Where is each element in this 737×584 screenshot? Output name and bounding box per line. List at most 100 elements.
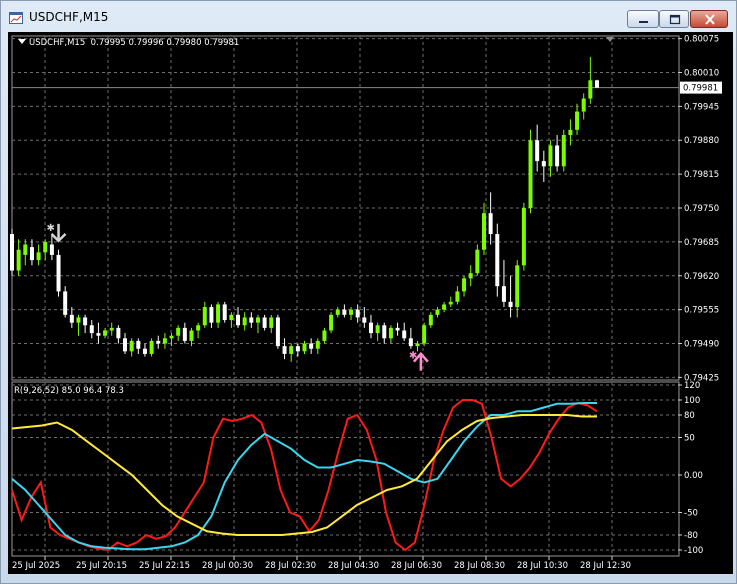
candle-body <box>156 340 161 344</box>
time-axis-label: 28 Jul 06:30 <box>391 561 442 571</box>
symbol-info-label: USDCHF,M15 0.79995 0.79996 0.79980 0.799… <box>18 38 239 48</box>
candle-body <box>481 213 486 250</box>
time-axis-label: 28 Jul 02:30 <box>265 561 316 571</box>
price-axis-label: 0.79620 <box>684 272 719 282</box>
indicator-axis-label: 120 <box>684 381 700 391</box>
candle-body <box>408 338 413 347</box>
candle-body <box>182 327 187 341</box>
time-axis-label: 28 Jul 08:30 <box>454 561 505 571</box>
price-axis-label: 0.79750 <box>684 204 719 214</box>
candle-body <box>10 234 14 271</box>
price-axis-label: 0.79555 <box>684 306 719 316</box>
candle-body <box>63 291 68 315</box>
time-axis-label: 28 Jul 04:30 <box>328 561 379 571</box>
candle-body <box>96 333 101 336</box>
candle-body <box>169 335 174 339</box>
candle-body <box>255 317 260 323</box>
candle-body <box>501 286 506 302</box>
candle-body <box>548 145 553 167</box>
candle-body <box>388 327 393 339</box>
candle-body <box>428 314 433 326</box>
candle-body <box>76 317 81 323</box>
indicator-axis-label: 0.00 <box>684 471 703 481</box>
candle-body <box>402 330 407 339</box>
price-axis-label: 0.79880 <box>684 136 719 146</box>
candle-body <box>109 327 114 331</box>
candle-body <box>302 343 307 352</box>
collapse-triangle-icon[interactable] <box>18 39 26 44</box>
indicator-axis-label: 80 <box>684 411 695 421</box>
candle-body <box>162 338 167 344</box>
candle-body <box>83 317 88 326</box>
candle-body <box>508 301 513 308</box>
candle-body <box>262 317 267 328</box>
indicator-axis-label: -50 <box>684 509 698 519</box>
price-axis-label: 0.79815 <box>684 170 719 180</box>
candle-body <box>488 213 493 235</box>
candle-body <box>588 80 593 99</box>
candle-body <box>535 140 540 162</box>
candle-body <box>202 307 207 326</box>
candle-body <box>295 346 300 352</box>
chart-canvas[interactable]: ✱ ✱ 0.80075 0.80010 0.79945 0.79880 0.79815 0.7… <box>0 0 737 584</box>
candle-body <box>395 327 400 331</box>
candle-body <box>375 325 380 334</box>
buy-signal-star-icon: ✱ <box>409 351 417 362</box>
candle-body <box>329 314 334 331</box>
candle-body <box>561 135 566 167</box>
candle-body <box>382 325 387 339</box>
candle-body <box>355 309 360 318</box>
candle-body <box>69 314 74 323</box>
time-axis-label: 25 Jul 2025 <box>12 561 60 571</box>
candle-body <box>229 314 234 321</box>
time-axis-label: 28 Jul 10:30 <box>517 561 568 571</box>
indicator-axis-label: 100 <box>684 396 700 406</box>
candle-body <box>368 322 373 334</box>
price-axis-label: 0.79490 <box>684 340 719 350</box>
candle-body <box>16 249 21 271</box>
candle-body <box>468 273 473 279</box>
candle-body <box>335 309 340 315</box>
price-axis-label: 0.80010 <box>684 68 719 78</box>
candle-body <box>216 304 221 323</box>
candle-body <box>43 241 48 253</box>
candle-body <box>515 265 520 308</box>
candle-body <box>462 278 467 292</box>
time-axis-label: 28 Jul 00:30 <box>202 561 253 571</box>
time-axis-label: 25 Jul 22:15 <box>139 561 190 571</box>
candle-body <box>36 252 41 261</box>
candle-body <box>415 343 420 347</box>
candle-body <box>209 307 214 323</box>
candle-body <box>29 247 34 261</box>
candle-body <box>142 348 147 354</box>
candle-body <box>242 317 247 326</box>
candle-body <box>521 208 526 266</box>
chart-shift-icon <box>606 37 614 42</box>
candle-body <box>442 304 447 310</box>
candle-body <box>575 111 580 130</box>
candle-body <box>541 161 546 167</box>
candle-body <box>581 98 586 112</box>
price-axis-label: 0.79685 <box>684 238 719 248</box>
current-price-label: 0.79981 <box>683 84 718 94</box>
indicator-axis-label: -100 <box>684 546 703 556</box>
candle-body <box>309 343 314 349</box>
candle-body <box>269 317 274 328</box>
candle-body <box>56 254 61 292</box>
candle-body <box>129 340 134 352</box>
time-axis-label: 25 Jul 20:15 <box>76 561 127 571</box>
candle-body <box>422 325 427 344</box>
candle-body <box>289 346 294 354</box>
candle-body <box>49 244 54 255</box>
candle-body <box>149 340 154 354</box>
price-axis-label: 0.80075 <box>684 35 719 45</box>
candle-body <box>322 330 327 341</box>
candle-body <box>362 317 367 323</box>
indicator-axis-label: 50 <box>684 434 695 444</box>
indicator-panel-border <box>11 381 680 557</box>
candle-body <box>123 338 128 352</box>
candle-body <box>275 317 280 347</box>
price-axis-label: 0.79945 <box>684 102 719 112</box>
candle-body <box>342 309 347 315</box>
candle-body <box>282 346 287 354</box>
